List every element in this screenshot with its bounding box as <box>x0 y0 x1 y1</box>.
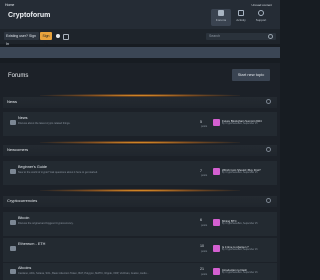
section-divider-glow <box>40 189 240 192</box>
avatar[interactable] <box>213 168 220 175</box>
search-input[interactable]: Search <box>206 33 276 40</box>
last-post-meta: By CryptoNewsBox, September 15 <box>222 172 258 174</box>
forum-row-news[interactable]: News Discuss about the latest crypto rel… <box>3 112 277 136</box>
grid-view-icon[interactable] <box>63 34 69 40</box>
nav-forums[interactable]: Forums <box>211 9 231 26</box>
post-count-label: posts <box>201 125 208 128</box>
section-header-news[interactable]: News <box>3 97 277 108</box>
forum-row-beginners-guide[interactable]: Beginner's Guide New to the world of cry… <box>3 161 277 185</box>
last-post-meta: By CryptoNewsBox, September 15 <box>222 223 258 225</box>
search-placeholder: Search <box>209 34 221 38</box>
collapse-icon[interactable] <box>266 198 271 203</box>
forum-title[interactable]: Altcoins <box>18 266 31 270</box>
forum-description: Cardano, ADA, Solana, SOL, Basic Attenti… <box>18 272 149 275</box>
search-icon[interactable] <box>268 34 273 39</box>
breadcrumb <box>0 47 280 58</box>
forum-title[interactable]: Bitcoin <box>18 216 29 220</box>
nav-activity-label: Activity <box>236 18 246 22</box>
avatar[interactable] <box>213 119 220 126</box>
post-count-label: posts <box>201 174 208 177</box>
collapse-icon[interactable] <box>266 99 271 104</box>
forum-description: Discuss about the latest crypto related … <box>18 122 71 125</box>
post-count: 6 <box>200 218 202 222</box>
section-title: Newcomers <box>7 147 29 152</box>
forum-icon <box>10 246 16 251</box>
activity-icon <box>238 10 244 16</box>
section-header-cryptocurrencies[interactable]: Cryptocurrencies <box>3 196 277 207</box>
page-title: Forums <box>8 73 29 79</box>
nav-support[interactable]: Support <box>251 9 271 26</box>
forum-title[interactable]: News <box>18 116 28 120</box>
forum-description: New to the world of crypto? Ask question… <box>18 171 98 174</box>
nav-activity[interactable]: Activity <box>231 9 251 26</box>
forum-icon <box>10 269 16 274</box>
help-icon <box>258 10 264 16</box>
post-count: 21 <box>200 267 204 271</box>
last-post-meta: By CryptoNewsBox, September 15 <box>222 123 258 125</box>
forum-icon <box>10 120 16 125</box>
post-count-label: posts <box>201 250 208 253</box>
post-count: 5 <box>200 120 202 124</box>
unread-content-link[interactable]: Unread content <box>251 3 272 7</box>
section-title: Cryptocurrencies <box>7 198 38 203</box>
start-new-topic-button[interactable]: Start new topic <box>232 69 270 81</box>
nav-support-label: Support <box>255 18 267 22</box>
nav-forums-label: Forums <box>215 18 227 22</box>
forum-description: Discuss the original and biggest Cryptoc… <box>18 222 74 225</box>
site-logo[interactable]: Cryptoforum <box>8 12 50 19</box>
forums-icon <box>218 10 224 16</box>
post-count-label: posts <box>201 224 208 227</box>
section-title: News <box>7 99 18 104</box>
forum-row-altcoins[interactable]: Altcoins Cardano, ADA, Solana, SOL, Basi… <box>3 263 277 280</box>
breadcrumb-home[interactable]: Home <box>5 3 14 7</box>
avatar[interactable] <box>213 268 220 275</box>
avatar[interactable] <box>213 245 220 252</box>
forum-icon <box>10 169 16 174</box>
forum-title[interactable]: Beginner's Guide <box>18 165 47 169</box>
last-post-meta: By CryptoNewsBox, September 16 <box>222 272 258 274</box>
forum-row-bitcoin[interactable]: Bitcoin Discuss the original and biggest… <box>3 212 277 236</box>
avatar[interactable] <box>213 219 220 226</box>
forum-icon <box>10 220 16 225</box>
section-header-newcomers[interactable]: Newcomers <box>3 145 277 156</box>
sign-in-link[interactable]: Existing user? Sign In <box>4 32 39 46</box>
post-count: 10 <box>200 244 204 248</box>
forum-title[interactable]: Ethereum - ETH <box>18 242 45 246</box>
post-count: 7 <box>200 169 202 173</box>
section-divider-glow <box>40 141 240 144</box>
collapse-icon[interactable] <box>266 147 271 152</box>
last-post-meta: By CryptoNewsBox, September 16 <box>222 249 258 251</box>
forum-row-ethereum[interactable]: Ethereum - ETH 10 posts Is it time to sh… <box>3 238 277 262</box>
sign-up-button[interactable]: Sign Up <box>40 32 52 46</box>
post-count-label: posts <box>201 273 208 276</box>
theme-toggle-icon[interactable] <box>56 34 60 38</box>
